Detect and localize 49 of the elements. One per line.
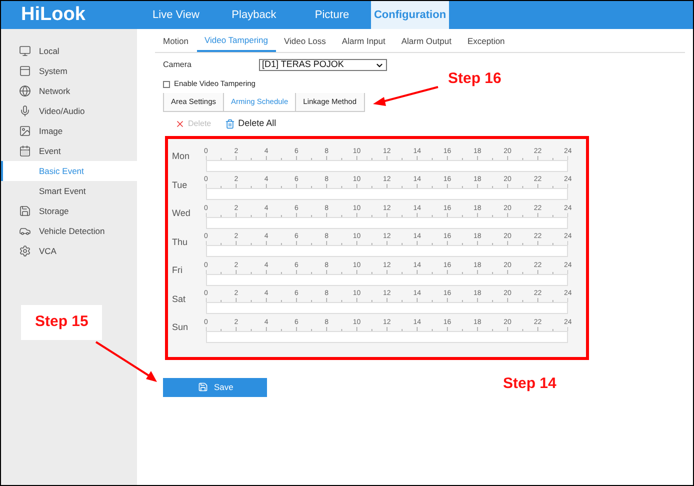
sidebar-item[interactable]: VCA xyxy=(1,241,137,261)
sidebar-item[interactable]: Event xyxy=(1,141,137,161)
event-tab[interactable]: Exception xyxy=(459,31,513,52)
sidebar-item[interactable]: Network xyxy=(1,81,137,101)
schedule-bar[interactable] xyxy=(206,302,568,314)
image-icon xyxy=(19,125,31,137)
step-annotation: Step 16 xyxy=(448,69,502,89)
event-tab[interactable]: Alarm Input xyxy=(334,31,394,52)
sidebar-item[interactable]: Vehicle Detection xyxy=(1,221,137,241)
schedule-bar[interactable] xyxy=(206,330,568,342)
trash-icon xyxy=(225,119,236,129)
sidebar-item[interactable]: Video/Audio xyxy=(1,101,137,121)
sidebar-item[interactable]: Local xyxy=(1,41,137,61)
step-annotation: Step 15 xyxy=(21,305,102,340)
day-label: Sun xyxy=(172,321,190,334)
globe-icon xyxy=(19,85,31,97)
day-label: Tue xyxy=(172,178,188,192)
sidebar-item[interactable]: Storage xyxy=(1,201,137,221)
checkbox[interactable] xyxy=(163,80,170,88)
microphone-icon xyxy=(19,105,31,117)
car-icon xyxy=(19,225,31,237)
logo: HiLook xyxy=(20,2,86,27)
cross-icon xyxy=(175,119,185,129)
schedule-bar[interactable] xyxy=(206,216,568,228)
annotation-arrow xyxy=(95,341,157,382)
day-label: Mon xyxy=(172,150,191,163)
event-tab[interactable]: Alarm Output xyxy=(393,31,460,52)
calendar-icon xyxy=(19,145,31,157)
step-annotation: Step 14 xyxy=(503,374,556,394)
window-icon xyxy=(19,65,31,77)
day-label: Sat xyxy=(172,292,187,306)
event-tab[interactable]: Video Loss xyxy=(276,31,334,52)
gear-icon xyxy=(19,245,31,257)
event-tab[interactable]: Motion xyxy=(155,31,197,52)
sidebar-item[interactable]: Image xyxy=(1,121,137,141)
schedule-bar[interactable] xyxy=(206,160,568,172)
schedule-bar[interactable] xyxy=(206,188,568,200)
day-label: Thu xyxy=(172,236,189,248)
schedule-bar[interactable] xyxy=(206,245,568,257)
delete-all-button[interactable]: Delete All xyxy=(225,117,276,131)
schedule-bar[interactable] xyxy=(206,274,568,286)
sidebar-item[interactable]: System xyxy=(1,61,137,81)
monitor-icon xyxy=(19,45,31,57)
annotation-arrow xyxy=(373,86,438,106)
day-label: Wed xyxy=(172,207,192,220)
sidebar-item[interactable]: Smart Event xyxy=(1,181,137,201)
day-label: Fri xyxy=(172,264,184,277)
camera-select[interactable]: [D1] TERAS POJOK xyxy=(259,59,387,71)
camera-label: Camera xyxy=(163,59,192,71)
